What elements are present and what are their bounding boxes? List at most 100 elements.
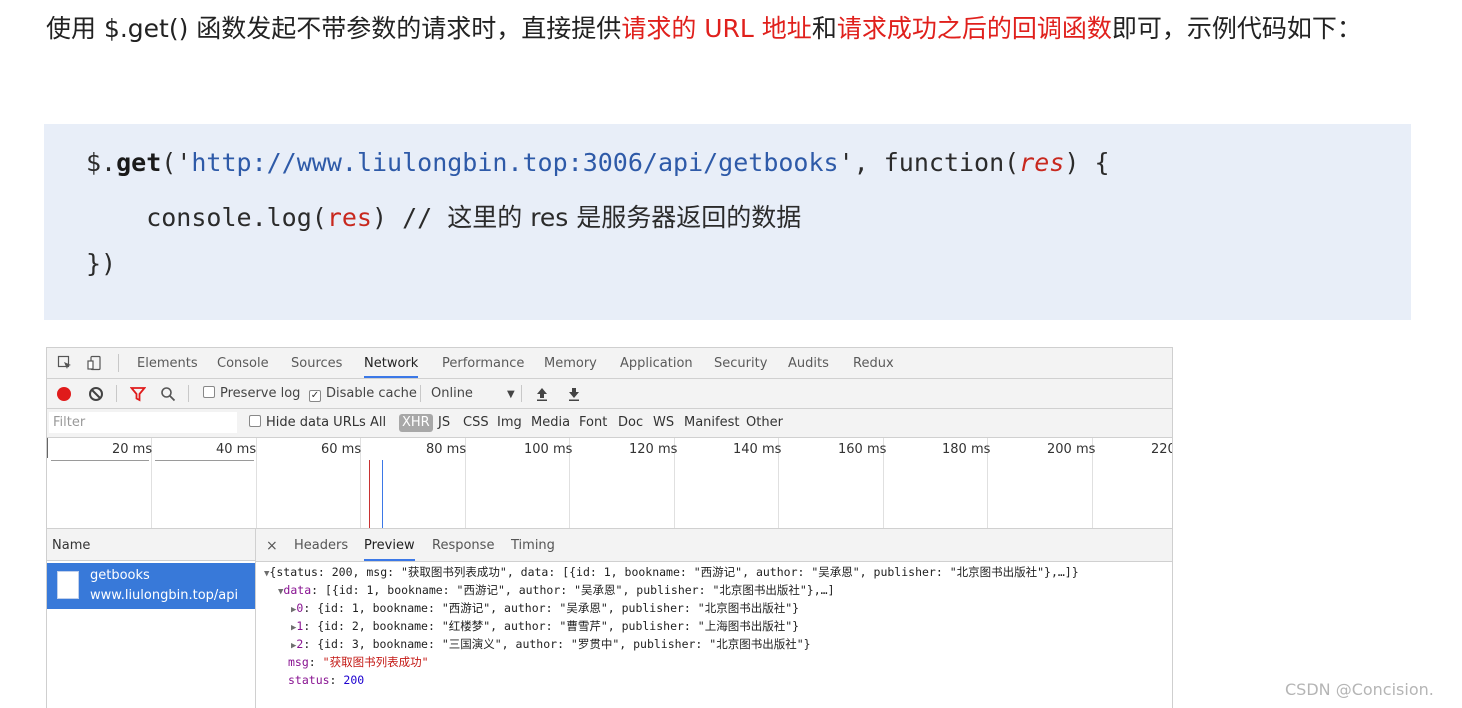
request-detail: × Headers Preview Response Timing ▼{stat… — [256, 529, 1172, 708]
timeline-tick: 80 ms — [426, 442, 467, 457]
inspect-icon[interactable] — [57, 355, 73, 371]
preserve-log-box[interactable] — [203, 386, 215, 398]
json-key: data — [283, 583, 312, 597]
request-name: getbooks — [90, 568, 150, 583]
disable-cache-checkbox[interactable]: ✓ Disable cache — [309, 379, 417, 408]
filter-type-media[interactable]: Media — [531, 409, 570, 437]
timeline-tick: 200 ms — [1047, 442, 1096, 457]
code-url: http://www.liulongbin.top:3006/api/getbo… — [191, 148, 839, 177]
json-tree-line: status: 200 — [288, 671, 364, 689]
tab-console[interactable]: Console — [217, 348, 269, 378]
hide-data-urls-label: Hide data URLs — [266, 415, 366, 430]
code-console-log: console.log( — [86, 203, 327, 232]
tab-response[interactable]: Response — [432, 529, 494, 561]
name-column-header[interactable]: Name — [47, 529, 255, 561]
device-toggle-icon[interactable] — [87, 355, 103, 371]
watermark: CSDN @Concision. — [1285, 680, 1434, 699]
json-value: : {id: 2, bookname: "红楼梦", author: "曹雪芹"… — [303, 619, 800, 633]
code-function: ', function( — [838, 148, 1020, 177]
export-har-icon[interactable] — [567, 386, 581, 402]
tab-elements[interactable]: Elements — [137, 348, 198, 378]
json-value: : [{id: 1, bookname: "西游记", author: "吴承恩… — [311, 583, 835, 597]
filter-type-manifest[interactable]: Manifest — [684, 409, 739, 437]
record-icon[interactable] — [56, 386, 72, 402]
filter-type-doc[interactable]: Doc — [618, 409, 643, 437]
detail-tabbar: × Headers Preview Response Timing — [256, 529, 1172, 562]
json-tree-line[interactable]: ▶1: {id: 2, bookname: "红楼梦", author: "曹雪… — [291, 617, 799, 635]
tab-application[interactable]: Application — [620, 348, 693, 378]
timeline-tick: 220 — [1151, 442, 1172, 457]
filter-type-xhr[interactable]: XHR — [399, 414, 433, 432]
request-row-getbooks[interactable]: getbooks www.liulongbin.top/api — [47, 563, 255, 609]
toolbar-divider — [116, 385, 117, 402]
code-dollar: $. — [86, 148, 117, 177]
intro-text-1: 使用 $.get() 函数发起不带参数的请求时，直接提供 — [46, 14, 622, 43]
request-list: Name getbooks www.liulongbin.top/api — [47, 529, 256, 708]
tab-redux[interactable]: Redux — [853, 348, 894, 378]
timeline-domcontent-marker — [382, 460, 383, 528]
toolbar-divider-3 — [420, 385, 421, 402]
intro-paragraph: 使用 $.get() 函数发起不带参数的请求时，直接提供请求的 URL 地址和请… — [46, 4, 1426, 54]
tab-sources[interactable]: Sources — [291, 348, 342, 378]
import-har-icon[interactable] — [535, 386, 549, 402]
filter-type-js[interactable]: JS — [438, 409, 450, 437]
close-icon[interactable]: × — [266, 529, 278, 561]
hide-data-urls-box[interactable] — [249, 415, 261, 427]
throttle-value: Online — [431, 386, 473, 401]
preserve-log-checkbox[interactable]: Preserve log — [203, 379, 300, 408]
tab-timing[interactable]: Timing — [511, 529, 555, 561]
tab-security[interactable]: Security — [714, 348, 767, 378]
timeline-load-marker — [369, 460, 370, 528]
json-tree-line[interactable]: ▶2: {id: 3, bookname: "三国演义", author: "罗… — [291, 635, 811, 653]
disable-cache-label: Disable cache — [326, 386, 417, 401]
code-get: get — [116, 148, 162, 177]
disable-cache-box[interactable]: ✓ — [309, 390, 321, 402]
timeline-tick: 140 ms — [733, 442, 782, 457]
filter-type-other[interactable]: Other — [746, 409, 783, 437]
json-key: status — [288, 673, 330, 687]
throttle-select[interactable]: Online ▼ — [431, 379, 515, 408]
filter-type-font[interactable]: Font — [579, 409, 607, 437]
timeline-tick: 180 ms — [942, 442, 991, 457]
filter-type-ws[interactable]: WS — [653, 409, 674, 437]
tab-headers[interactable]: Headers — [294, 529, 348, 561]
clear-icon[interactable] — [88, 386, 104, 402]
code-brace: ) { — [1064, 148, 1110, 177]
intro-text-2: 和 — [811, 14, 837, 43]
filter-type-all[interactable]: All — [370, 409, 386, 437]
json-tree-line[interactable]: ▶0: {id: 1, bookname: "西游记", author: "吴承… — [291, 599, 799, 617]
json-tree-line[interactable]: ▼{status: 200, msg: "获取图书列表成功", data: [{… — [264, 563, 1079, 581]
document-icon — [57, 571, 79, 599]
tab-memory[interactable]: Memory — [544, 348, 597, 378]
search-icon[interactable] — [160, 386, 176, 402]
toolbar-divider-4 — [521, 385, 522, 402]
timeline-tick: 160 ms — [838, 442, 887, 457]
network-timeline[interactable]: 20 ms 40 ms 60 ms 80 ms 100 ms 120 ms 14… — [47, 438, 1172, 529]
filter-icon[interactable] — [130, 386, 146, 402]
toolbar-divider-2 — [188, 385, 189, 402]
code-line-3: }) — [86, 249, 117, 278]
json-value: : {id: 3, bookname: "三国演义", author: "罗贯中… — [303, 637, 811, 651]
devtools-tabbar: Elements Console Sources Network Perform… — [47, 348, 1172, 379]
filter-input[interactable]: Filter — [49, 412, 237, 433]
tab-network[interactable]: Network — [364, 348, 419, 378]
filter-type-css[interactable]: CSS — [463, 409, 489, 437]
request-domain: www.liulongbin.top/api — [90, 588, 239, 603]
timeline-tick: 60 ms — [321, 442, 362, 457]
timeline-tick: 100 ms — [524, 442, 573, 457]
preserve-log-label: Preserve log — [220, 386, 301, 401]
json-tree-line[interactable]: ▼data: [{id: 1, bookname: "西游记", author:… — [278, 581, 835, 599]
code-comment-start: ) // — [371, 203, 448, 232]
tab-preview[interactable]: Preview — [364, 529, 415, 561]
json-tree-line: msg: "获取图书列表成功" — [288, 653, 429, 671]
filter-type-img[interactable]: Img — [497, 409, 522, 437]
json-number-value: 200 — [343, 673, 365, 687]
code-open: (' — [161, 148, 192, 177]
json-key: msg — [288, 655, 309, 669]
hide-data-urls-checkbox[interactable]: Hide data URLs — [249, 409, 366, 437]
tabbar-divider — [118, 354, 119, 372]
tab-performance[interactable]: Performance — [442, 348, 524, 378]
timeline-tick: 40 ms — [216, 442, 257, 457]
tab-audits[interactable]: Audits — [788, 348, 829, 378]
code-arg-2: res — [326, 203, 372, 232]
